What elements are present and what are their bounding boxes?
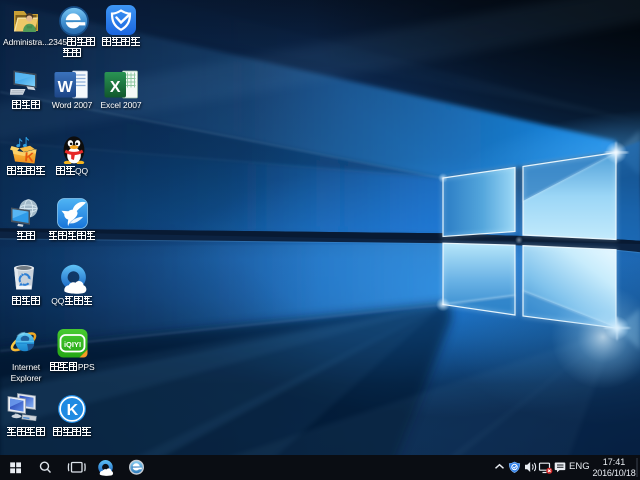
svg-text:W: W [58,79,74,96]
svg-text:iQIYI: iQIYI [64,340,81,349]
svg-text:K: K [24,149,35,165]
svg-text:X: X [110,79,121,96]
svg-text:K: K [67,402,79,419]
